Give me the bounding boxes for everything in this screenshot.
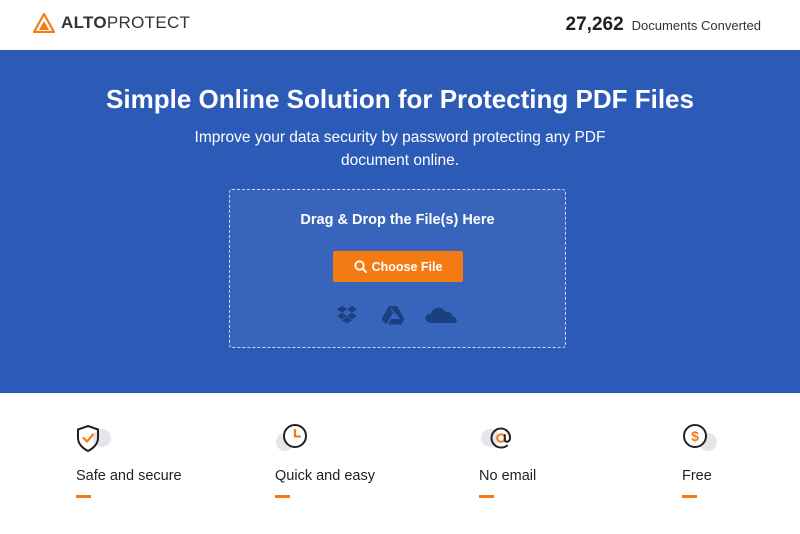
- feature-free: $ Free: [682, 424, 800, 504]
- onedrive-icon[interactable]: [424, 303, 458, 327]
- logo-text-light: PROTECT: [106, 13, 191, 32]
- site-header: ALTOPROTECT 27,262 Documents Converted: [0, 0, 800, 50]
- choose-file-label: Choose File: [371, 259, 443, 274]
- hero-subtitle: Improve your data security by password p…: [194, 129, 606, 169]
- dropbox-icon[interactable]: [335, 303, 359, 327]
- feature-no-email: No email: [479, 424, 639, 504]
- feature-accent-bar: [479, 495, 494, 498]
- logo[interactable]: ALTOPROTECT: [33, 12, 190, 34]
- logo-text-bold: ALTO: [61, 13, 107, 32]
- feature-quick-easy: Quick and easy: [275, 424, 435, 504]
- search-icon: [353, 260, 367, 273]
- dollar-icon: $: [683, 424, 717, 451]
- feature-label: No email: [479, 468, 537, 484]
- counter-label: Documents Converted: [631, 18, 761, 33]
- feature-label: Quick and easy: [275, 468, 375, 484]
- shield-check-icon: [77, 424, 111, 453]
- dropzone-label: Drag & Drop the File(s) Here: [300, 212, 495, 228]
- choose-file-button[interactable]: Choose File: [333, 251, 463, 282]
- svg-text:$: $: [691, 428, 699, 444]
- google-drive-icon[interactable]: [380, 303, 406, 327]
- feature-accent-bar: [76, 495, 91, 498]
- feature-safe-secure: Safe and secure: [76, 424, 236, 504]
- hero-title: Simple Online Solution for Protecting PD…: [106, 84, 694, 114]
- at-sign-icon: [481, 427, 512, 449]
- logo-text: ALTOPROTECT: [61, 13, 190, 33]
- cloud-sources: [230, 303, 565, 327]
- documents-counter: 27,262 Documents Converted: [566, 14, 761, 36]
- feature-accent-bar: [275, 495, 290, 498]
- feature-accent-bar: [682, 495, 697, 498]
- hero-section: Simple Online Solution for Protecting PD…: [0, 50, 800, 393]
- feature-label: Free: [682, 468, 712, 484]
- feature-label: Safe and secure: [76, 468, 182, 484]
- alto-logo-icon: [33, 13, 55, 33]
- counter-value: 27,262: [565, 14, 624, 35]
- clock-icon: [276, 424, 307, 451]
- file-dropzone[interactable]: Drag & Drop the File(s) Here Choose File: [229, 189, 566, 348]
